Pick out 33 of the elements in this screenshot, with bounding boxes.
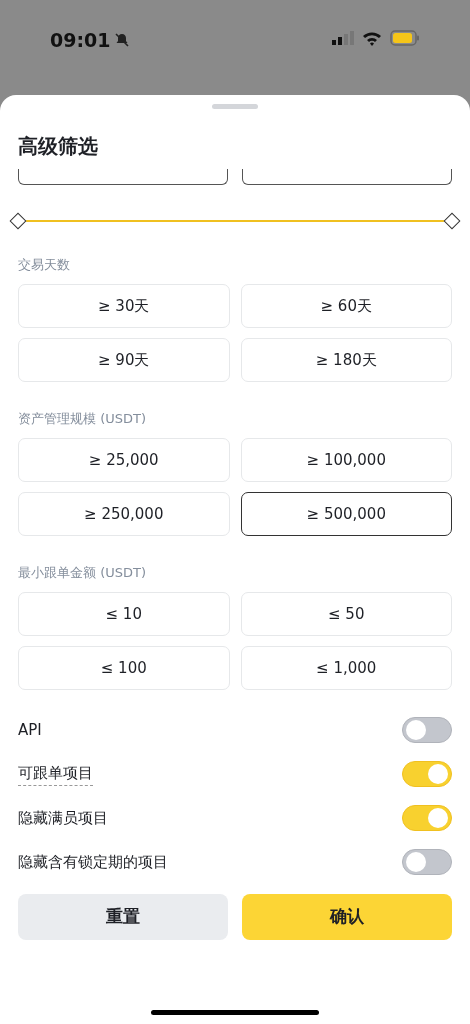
input-field[interactable] (242, 169, 452, 185)
reset-button[interactable]: 重置 (18, 894, 228, 940)
toggle-switch[interactable] (402, 717, 452, 743)
section-label: 资产管理规模 (USDT) (18, 410, 147, 428)
section-label: 最小跟单金额 (USDT) (18, 564, 147, 582)
section-label: 交易天数 (18, 256, 71, 274)
wifi-icon (362, 30, 382, 46)
status-time: 09:01 (50, 28, 111, 53)
input-field[interactable] (18, 169, 228, 185)
battery-icon (390, 30, 420, 46)
toggle-label: 可跟单项目 (18, 762, 93, 786)
filter-option[interactable]: ≥ 100,000 (240, 438, 452, 482)
toggle-switch[interactable] (402, 805, 452, 831)
toggle-label: 隐藏满员项目 (18, 807, 108, 829)
signal-icon (332, 31, 354, 45)
toggle-switch[interactable] (402, 849, 452, 875)
filter-option[interactable]: ≥ 30天 (18, 284, 230, 328)
filter-option[interactable]: ≥ 500,000 (240, 492, 452, 536)
toggle-label: 隐藏含有锁定期的项目 (18, 851, 168, 873)
filter-option[interactable]: ≥ 25,000 (18, 438, 230, 482)
drag-handle[interactable] (212, 104, 258, 109)
filter-option[interactable]: ≥ 250,000 (18, 492, 230, 536)
confirm-button[interactable]: 确认 (242, 894, 452, 940)
filter-option[interactable]: ≤ 1,000 (240, 646, 452, 690)
filter-option[interactable]: ≥ 90天 (18, 338, 230, 382)
filter-option[interactable]: ≤ 50 (240, 592, 452, 636)
filter-option[interactable]: ≥ 180天 (240, 338, 452, 382)
toggle-label: API (18, 719, 42, 741)
filter-option[interactable]: ≤ 10 (18, 592, 230, 636)
sheet-title: 高级筛选 (18, 133, 99, 159)
filter-option[interactable]: ≤ 100 (18, 646, 230, 690)
filter-option[interactable]: ≥ 60天 (240, 284, 452, 328)
toggle-switch[interactable] (402, 761, 452, 787)
